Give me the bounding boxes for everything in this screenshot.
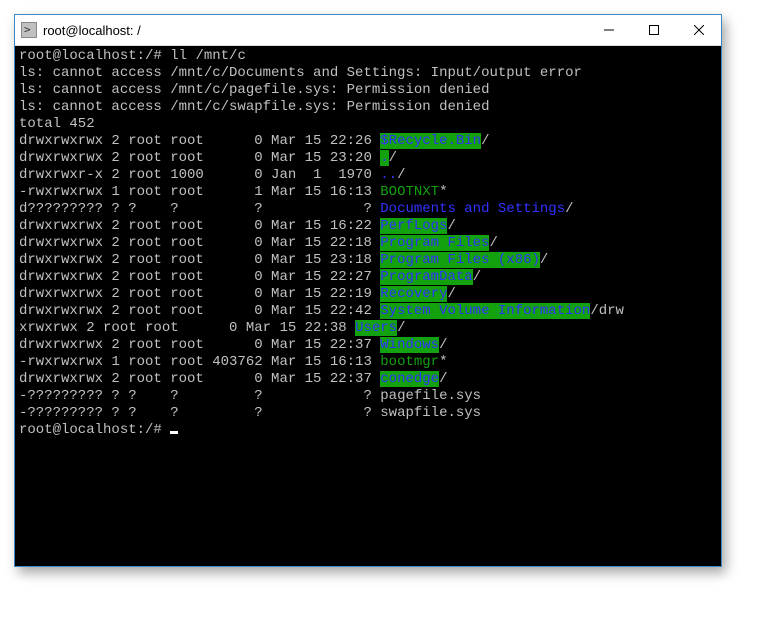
- command-text: ll /mnt/c: [170, 48, 246, 64]
- slash: /: [447, 286, 455, 302]
- file-meta: drwxrwxrwx 2 root root 0 Mar 15 16:22: [19, 218, 380, 234]
- file-name: pagefile.sys: [380, 388, 481, 404]
- prompt: root@localhost:/#: [19, 48, 170, 64]
- terminal-icon: [21, 22, 37, 38]
- slash: /: [565, 201, 573, 217]
- file-name: System Volume Information: [380, 303, 590, 319]
- terminal-window: root@localhost: / root@localhost:/# ll /…: [14, 14, 722, 567]
- file-meta: drwxrwxrwx 2 root root 0 Mar 15 22:26: [19, 133, 380, 149]
- file-meta: drwxrwxrwx 2 root root 0 Mar 15 22:18: [19, 235, 380, 251]
- slash: /: [540, 252, 548, 268]
- file-meta: -rwxrwxrwx 1 root root 403762 Mar 15 16:…: [19, 354, 380, 370]
- terminal-output[interactable]: root@localhost:/# ll /mnt/c ls: cannot a…: [15, 46, 721, 566]
- prompt: root@localhost:/#: [19, 422, 170, 438]
- slash: /: [397, 320, 405, 336]
- error-line: ls: cannot access /mnt/c/Documents and S…: [19, 65, 582, 81]
- close-button[interactable]: [676, 16, 721, 45]
- star: *: [439, 354, 447, 370]
- slash: /: [439, 371, 447, 387]
- file-meta: drwxrwxrwx 2 root root 0 Mar 15 22:42: [19, 303, 380, 319]
- file-meta: drwxrwxrwx 2 root root 0 Mar 15 22:27: [19, 269, 380, 285]
- file-name: conedge: [380, 371, 439, 387]
- slash: /: [590, 303, 598, 319]
- file-meta: drwxrwxr-x 2 root 1000 0 Jan 1 1970: [19, 167, 380, 183]
- file-name: BOOTNXT: [380, 184, 439, 200]
- star: *: [439, 184, 447, 200]
- slash: /: [489, 235, 497, 251]
- file-name: Documents and Settings: [380, 201, 565, 217]
- file-name: Program Files (x86): [380, 252, 540, 268]
- cursor: [170, 431, 178, 434]
- file-name: PerfLogs: [380, 218, 447, 234]
- file-meta: drwxrwxrwx 2 root root 0 Mar 15 23:20: [19, 150, 380, 166]
- file-name: .: [380, 150, 388, 166]
- slash: /: [397, 167, 405, 183]
- file-meta: -????????? ? ? ? ? ?: [19, 405, 380, 421]
- total-line: total 452: [19, 116, 95, 132]
- file-name: $Recycle.Bin: [380, 133, 481, 149]
- file-name: Recovery: [380, 286, 447, 302]
- error-line: ls: cannot access /mnt/c/pagefile.sys: P…: [19, 82, 489, 98]
- file-name: Windows: [380, 337, 439, 353]
- maximize-button[interactable]: [631, 16, 676, 45]
- file-meta: xrwxrwx 2 root root 0 Mar 15 22:38: [19, 320, 355, 336]
- file-meta: drwxrwxrwx 2 root root 0 Mar 15 22:37: [19, 337, 380, 353]
- minimize-button[interactable]: [586, 16, 631, 45]
- file-meta: -????????? ? ? ? ? ?: [19, 388, 380, 404]
- file-meta: drwxrwxrwx 2 root root 0 Mar 15 22:37: [19, 371, 380, 387]
- file-meta: drwxrwxrwx 2 root root 0 Mar 15 22:19: [19, 286, 380, 302]
- file-name: swapfile.sys: [380, 405, 481, 421]
- window-title: root@localhost: /: [43, 23, 141, 38]
- file-meta: d????????? ? ? ? ? ?: [19, 201, 380, 217]
- file-name: Users: [355, 320, 397, 336]
- slash: /: [389, 150, 397, 166]
- file-name: Program Files: [380, 235, 489, 251]
- slash: /: [439, 337, 447, 353]
- file-meta: drwxrwxrwx 2 root root 0 Mar 15 23:18: [19, 252, 380, 268]
- file-meta: -rwxrwxrwx 1 root root 1 Mar 15 16:13: [19, 184, 380, 200]
- slash: /: [473, 269, 481, 285]
- error-line: ls: cannot access /mnt/c/swapfile.sys: P…: [19, 99, 489, 115]
- wrap-tail: drw: [599, 303, 624, 319]
- slash: /: [481, 133, 489, 149]
- file-name: ..: [380, 167, 397, 183]
- slash: /: [447, 218, 455, 234]
- titlebar[interactable]: root@localhost: /: [15, 15, 721, 46]
- file-name: ProgramData: [380, 269, 472, 285]
- file-name: bootmgr: [380, 354, 439, 370]
